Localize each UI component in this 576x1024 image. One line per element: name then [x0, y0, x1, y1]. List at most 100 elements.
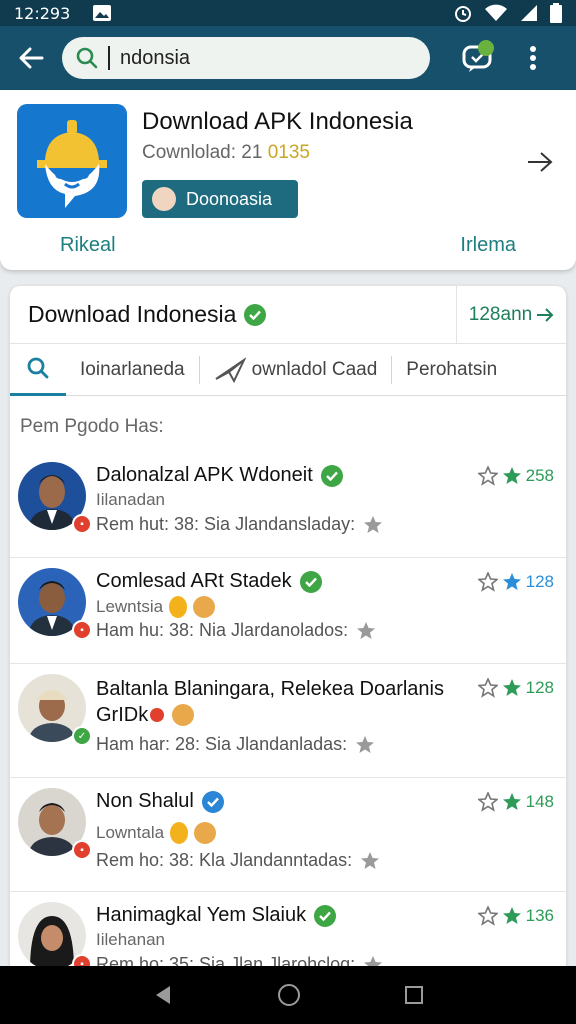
result-name-text: Non Shalul	[96, 790, 194, 812]
result-name: Dalonalzal APK Wdoneit	[96, 464, 343, 487]
card-link-right[interactable]: Irlema	[460, 234, 516, 257]
list-item[interactable]: ▪ Non Shalul Lowntala Rem ho: 38: Kla Jl…	[10, 778, 566, 892]
star-outline-icon[interactable]	[477, 678, 498, 698]
rating-value: 148	[525, 792, 554, 811]
arrow-right-icon	[537, 308, 554, 322]
chip-label: Doonoasia	[186, 188, 273, 209]
battery-icon	[550, 3, 562, 23]
result-meta-text: Ham har: 28: Sia Jlandanladas:	[96, 734, 348, 754]
result-name: Hanimagkal Yem Slaiuk	[96, 904, 337, 927]
verified-icon	[299, 570, 322, 593]
star-outline-icon[interactable]	[477, 466, 498, 486]
result-name-text-2: GrIDk	[96, 704, 149, 726]
tab-search[interactable]	[10, 344, 66, 396]
back-button[interactable]	[0, 26, 62, 90]
result-rating: 128	[477, 572, 554, 592]
results-title: Download Indonesia	[28, 301, 237, 327]
star-filled-icon	[502, 793, 521, 810]
search-icon	[76, 47, 98, 69]
result-rating: 148	[477, 792, 554, 812]
result-sub-text: Iilanadan	[96, 490, 166, 509]
more-vert-icon	[530, 46, 536, 70]
search-box[interactable]	[62, 37, 430, 79]
coin-icon	[169, 596, 188, 618]
result-meta-text: Rem ho: 38: Kla Jlandanntadas:	[96, 850, 353, 870]
result-meta: Ham hu: 38: Nia Jlardanolados:	[96, 620, 376, 641]
result-name-text: Comlesad ARt Stadek	[96, 570, 292, 592]
back-triangle-icon[interactable]	[152, 984, 174, 1006]
app-logo-icon	[37, 120, 107, 208]
star-outline-icon[interactable]	[477, 572, 498, 592]
card-link-left[interactable]: Rikeal	[60, 234, 116, 257]
results-header: Download Indonesia 128ann	[10, 286, 566, 344]
verified-icon	[201, 790, 224, 813]
emoji-icon	[193, 596, 216, 618]
result-name: Non Shalul	[96, 790, 224, 813]
search-icon	[27, 357, 49, 379]
rating-value: 136	[525, 906, 554, 925]
star-icon[interactable]	[355, 735, 375, 755]
back-arrow-icon	[19, 47, 44, 69]
result-name-text: Hanimagkal Yem Slaiuk	[96, 904, 307, 926]
result-subtitle: Iilehanan	[96, 930, 165, 950]
tab-label: Perohatsin	[406, 358, 498, 380]
results-panel: Download Indonesia 128ann Ioinarlaneda o…	[10, 286, 566, 976]
star-filled-icon	[502, 467, 521, 484]
results-header-link[interactable]: 128ann	[456, 286, 566, 344]
list-item[interactable]: ▪ Comlesad ARt Stadek Lewntsia Ham hu: 3…	[10, 558, 566, 664]
tab-label: Ioinarlaneda	[80, 358, 185, 380]
search-input[interactable]	[120, 46, 390, 70]
tab-3[interactable]: Perohatsin	[392, 344, 511, 396]
result-meta-text: Rem hut: 38: Sia Jlandansladay:	[96, 514, 356, 534]
header-link-label: 128ann	[468, 304, 533, 325]
star-outline-icon[interactable]	[477, 792, 498, 812]
language-chip[interactable]: Doonoasia	[142, 180, 298, 218]
rating-value: 258	[525, 466, 554, 485]
result-name: Baltanla Blaningara, Relekea Doarlanis G…	[96, 676, 466, 728]
list-item[interactable]: ▪ Hanimagkal Yem Slaiuk Iilehanan Rem ho…	[10, 892, 566, 976]
system-nav-bar	[0, 966, 576, 1024]
emoji-icon	[194, 822, 217, 844]
notification-button[interactable]	[452, 33, 502, 83]
recents-square-icon[interactable]	[404, 985, 424, 1005]
coin-icon	[170, 822, 189, 844]
result-name-text: Dalonalzal APK Wdoneit	[96, 464, 313, 486]
app-logo[interactable]	[17, 104, 127, 218]
star-outline-icon[interactable]	[477, 906, 498, 926]
star-filled-icon	[502, 573, 521, 590]
avatar-badge: ▪	[72, 840, 92, 860]
result-name-text: Baltanla Blaningara, Relekea Doarlanis	[96, 678, 444, 700]
tabs-bar: Ioinarlaneda ownladol Caad Perohatsin	[10, 344, 566, 396]
app-card: Download APK Indonesia Cownlolad: 21 013…	[0, 90, 576, 270]
tab-2[interactable]: ownladol Caad	[200, 344, 392, 396]
app-downloads: Cownlolad: 21 0135	[142, 142, 310, 164]
result-subtitle: Iilanadan	[96, 490, 165, 510]
result-sub-text: Lewntsia	[96, 597, 164, 616]
avatar-badge: ▪	[72, 620, 92, 640]
more-menu-button[interactable]	[508, 33, 558, 83]
avatar-badge: ▪	[72, 514, 92, 534]
star-icon[interactable]	[356, 621, 376, 641]
status-bar: 12:293	[0, 0, 576, 26]
result-meta: Ham har: 28: Sia Jlandanladas:	[96, 734, 375, 755]
list-item[interactable]: ✓ Baltanla Blaningara, Relekea Doarlanis…	[10, 664, 566, 778]
verified-icon	[320, 464, 343, 487]
status-time: 12:293	[14, 3, 71, 23]
verified-icon	[244, 303, 267, 326]
wifi-icon	[485, 4, 507, 21]
result-meta-text: Ham hu: 38: Nia Jlardanolados:	[96, 620, 349, 640]
arrow-right-icon	[528, 152, 553, 172]
home-circle-icon[interactable]	[277, 983, 301, 1007]
star-icon[interactable]	[360, 851, 380, 871]
result-name: Comlesad ARt Stadek	[96, 570, 322, 593]
result-meta: Rem ho: 38: Kla Jlandanntadas:	[96, 850, 380, 871]
image-icon	[93, 5, 112, 21]
tab-1[interactable]: Ioinarlaneda	[66, 344, 199, 396]
rating-value: 128	[525, 678, 554, 697]
list-item[interactable]: ▪ Dalonalzal APK Wdoneit Iilanadan Rem h…	[10, 452, 566, 558]
tab-label: ownladol Caad	[251, 358, 378, 380]
app-title: Download APK Indonesia	[142, 108, 413, 135]
notification-badge	[478, 40, 494, 56]
open-app-button[interactable]	[526, 150, 554, 179]
star-icon[interactable]	[363, 515, 383, 535]
